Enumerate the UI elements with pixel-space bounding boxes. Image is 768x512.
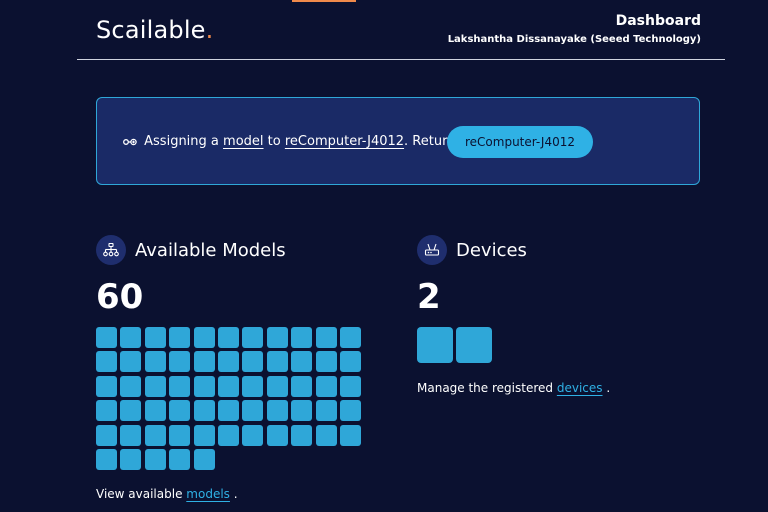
model-square xyxy=(242,424,264,446)
models-link[interactable]: models xyxy=(186,487,230,501)
model-square xyxy=(242,400,264,422)
model-square xyxy=(169,400,191,422)
device-link[interactable]: reComputer-J4012 xyxy=(285,134,404,149)
models-title: Available Models xyxy=(135,239,286,261)
model-square xyxy=(315,351,337,373)
devices-grid xyxy=(417,327,707,363)
model-square xyxy=(193,448,215,470)
model-square xyxy=(242,375,264,397)
model-square xyxy=(315,375,337,397)
model-square xyxy=(193,375,215,397)
model-square xyxy=(291,375,313,397)
model-square xyxy=(266,327,288,348)
model-square xyxy=(291,327,313,348)
network-icon xyxy=(96,235,126,265)
model-square xyxy=(193,351,215,373)
model-square xyxy=(291,351,313,373)
device-square xyxy=(417,327,453,363)
model-square xyxy=(144,424,166,446)
model-square xyxy=(96,400,117,422)
router-icon xyxy=(417,235,447,265)
device-square xyxy=(456,327,492,363)
model-square xyxy=(266,400,288,422)
model-square xyxy=(120,448,142,470)
banner-prefix: Assigning a xyxy=(144,134,219,149)
model-square xyxy=(193,400,215,422)
header: Scailable. Dashboard Lakshantha Dissanay… xyxy=(77,0,725,60)
model-square xyxy=(315,400,337,422)
model-square xyxy=(315,424,337,446)
model-square xyxy=(339,400,361,422)
model-square xyxy=(217,375,239,397)
model-square xyxy=(96,448,117,470)
model-square xyxy=(217,351,239,373)
model-square xyxy=(169,351,191,373)
model-square xyxy=(266,351,288,373)
models-footer-prefix: View available xyxy=(96,487,183,501)
banner-text: Assigning a model to reComputer-J4012. R… xyxy=(123,134,473,149)
header-right: Dashboard Lakshantha Dissanayake (Seeed … xyxy=(448,12,701,45)
model-square xyxy=(217,400,239,422)
model-square xyxy=(120,327,142,348)
model-square xyxy=(120,375,142,397)
model-square xyxy=(169,375,191,397)
model-square xyxy=(169,448,191,470)
model-square xyxy=(120,351,142,373)
devices-count: 2 xyxy=(417,277,441,317)
model-square xyxy=(96,375,117,397)
devices-footer-suffix: . xyxy=(606,381,611,395)
models-footer-suffix: . xyxy=(233,487,238,501)
model-square xyxy=(193,424,215,446)
devices-section: Devices 2 Manage the registered devices … xyxy=(417,235,707,395)
model-square xyxy=(315,327,337,348)
model-square xyxy=(266,424,288,446)
model-square xyxy=(169,327,191,348)
models-header: Available Models xyxy=(96,235,386,265)
assignment-banner: Assigning a model to reComputer-J4012. R… xyxy=(96,97,700,185)
model-square xyxy=(120,400,142,422)
return-to-device-button[interactable]: reComputer-J4012 xyxy=(447,126,593,158)
model-square xyxy=(339,424,361,446)
model-square xyxy=(169,424,191,446)
model-square xyxy=(291,400,313,422)
devices-link[interactable]: devices xyxy=(557,381,603,395)
model-square xyxy=(291,424,313,446)
page-title[interactable]: Dashboard xyxy=(448,12,701,30)
model-square xyxy=(339,375,361,397)
model-square xyxy=(242,327,264,348)
link-icon xyxy=(123,138,137,145)
model-square xyxy=(339,327,361,348)
logo[interactable]: Scailable. xyxy=(96,16,214,44)
banner-to: to xyxy=(267,134,281,149)
model-square xyxy=(144,375,166,397)
model-link[interactable]: model xyxy=(223,134,263,149)
model-square xyxy=(144,351,166,373)
model-square xyxy=(193,327,215,348)
model-square xyxy=(242,351,264,373)
model-square xyxy=(339,351,361,373)
models-grid xyxy=(96,327,366,473)
devices-header: Devices xyxy=(417,235,707,265)
model-square xyxy=(120,424,142,446)
model-square xyxy=(144,327,166,348)
model-square xyxy=(217,327,239,348)
models-footer: View available models . xyxy=(96,487,238,501)
model-square xyxy=(96,327,117,348)
model-square xyxy=(96,424,117,446)
devices-footer-prefix: Manage the registered xyxy=(417,381,554,395)
model-square xyxy=(144,448,166,470)
model-square xyxy=(144,400,166,422)
logo-dot: . xyxy=(205,16,214,44)
devices-title: Devices xyxy=(456,239,527,261)
user-name: Lakshantha Dissanayake (Seeed Technology… xyxy=(447,34,701,45)
model-square xyxy=(217,424,239,446)
model-square xyxy=(96,351,117,373)
model-square xyxy=(266,375,288,397)
models-count: 60 xyxy=(96,277,144,317)
models-section: Available Models 60 View available model… xyxy=(96,235,386,501)
devices-footer: Manage the registered devices . xyxy=(417,381,610,395)
